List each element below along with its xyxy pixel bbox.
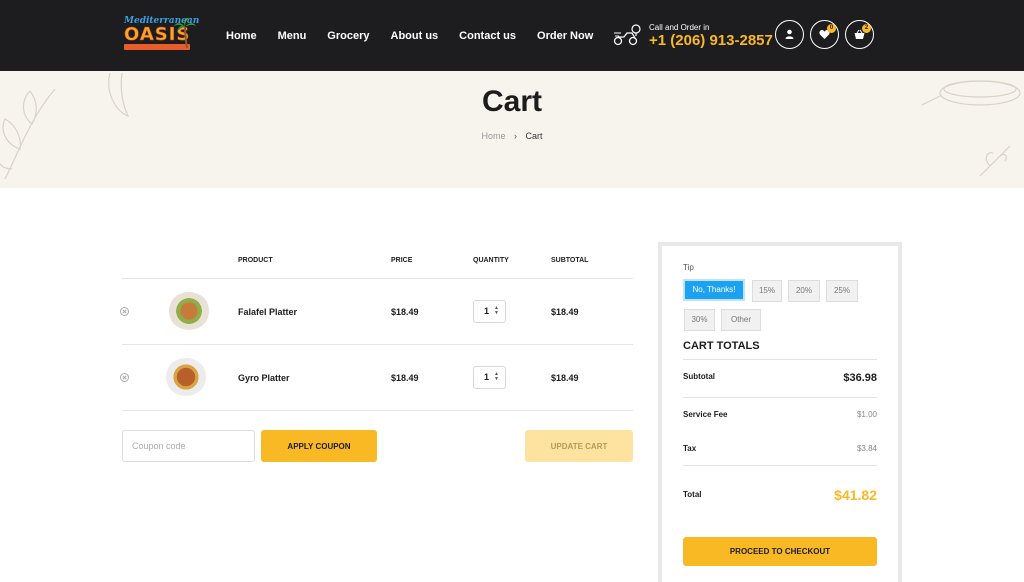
totals-divider [683,397,877,398]
table-divider [122,410,633,411]
quantity-stepper[interactable]: 1 ▲ ▼ [473,366,506,389]
quantity-value[interactable]: 1 [484,372,489,382]
table-divider [122,344,633,345]
breadcrumb: Home › Cart [0,131,1024,141]
totals-divider [683,359,877,360]
nav-about[interactable]: About us [391,30,439,42]
remove-item-icon[interactable] [120,307,129,316]
account-button[interactable] [775,20,804,49]
tip-option-20[interactable]: 20% [788,280,820,302]
wishlist-count-badge: 0 [827,24,836,33]
product-price: $18.49 [391,373,419,383]
total-label: Total [683,490,702,499]
nav-order-now[interactable]: Order Now [537,30,593,42]
palm-tree-icon [174,17,196,49]
breadcrumb-current: Cart [525,131,543,141]
delivery-scooter-icon [613,24,641,46]
tax-value: $3.84 [856,444,877,453]
col-header-subtotal: SUBTOTAL [551,257,589,264]
col-header-price: PRICE [391,257,413,264]
col-header-product: PRODUCT [238,257,273,264]
cart-count-badge: 2 [862,24,871,33]
tip-option-25[interactable]: 25% [826,280,858,302]
product-subtotal: $18.49 [551,373,579,383]
nav-grocery[interactable]: Grocery [327,30,369,42]
call-label: Call and Order in [649,23,710,32]
totals-divider [683,465,877,466]
site-header: Mediterranean OASIS Home Menu Grocery Ab… [0,0,1024,71]
tip-option-other[interactable]: Other [721,309,761,331]
chevron-right-icon: › [514,131,517,141]
service-fee-value: $1.00 [856,410,877,419]
cart-button[interactable]: 2 [845,20,874,49]
page-title: Cart [481,85,542,118]
product-thumbnail[interactable] [165,358,207,396]
quantity-stepper[interactable]: 1 ▲ ▼ [473,300,506,323]
call-to-order[interactable]: Call and Order in +1 (206) 913-2857 [612,22,773,52]
proceed-to-checkout-button[interactable]: PROCEED TO CHECKOUT [683,537,877,566]
tip-option-no-thanks[interactable]: No, Thanks! [683,279,745,301]
nav-contact[interactable]: Contact us [459,30,516,42]
phone-number[interactable]: +1 (206) 913-2857 [649,32,773,49]
spinner-arrows-icon[interactable]: ▲ ▼ [494,372,499,382]
quantity-value[interactable]: 1 [484,306,489,316]
user-icon [785,29,794,39]
page-hero: Cart Home › Cart [0,71,1024,188]
subtotal-label: Subtotal [683,372,715,381]
tip-option-15[interactable]: 15% [752,280,782,302]
spinner-arrows-icon[interactable]: ▲ ▼ [494,306,499,316]
nav-menu[interactable]: Menu [278,30,307,42]
total-value: $41.82 [834,487,877,503]
wishlist-button[interactable]: 0 [810,20,839,49]
site-logo[interactable]: Mediterranean OASIS [122,16,199,52]
product-name[interactable]: Falafel Platter [238,307,297,317]
coupon-code-input[interactable] [122,430,255,462]
tip-label: Tip [683,263,694,272]
breadcrumb-home[interactable]: Home [481,131,505,141]
col-header-quantity: QUANTITY [473,257,509,264]
product-price: $18.49 [391,307,419,317]
table-divider [122,278,633,279]
product-subtotal: $18.49 [551,307,579,317]
tip-option-30[interactable]: 30% [684,309,715,331]
product-name[interactable]: Gyro Platter [238,373,290,383]
service-fee-label: Service Fee [683,410,728,419]
remove-item-icon[interactable] [120,373,129,382]
main-nav: Home Menu Grocery About us Contact us Or… [226,0,614,71]
apply-coupon-button[interactable]: APPLY COUPON [261,430,377,462]
herb-doodle-icon [979,145,1011,177]
cart-totals-title: CART TOTALS [683,340,760,352]
product-thumbnail[interactable] [168,292,210,330]
nav-home[interactable]: Home [226,30,257,42]
update-cart-button[interactable]: UPDATE CART [525,430,633,462]
tax-label: Tax [683,444,697,453]
subtotal-value: $36.98 [843,372,877,384]
